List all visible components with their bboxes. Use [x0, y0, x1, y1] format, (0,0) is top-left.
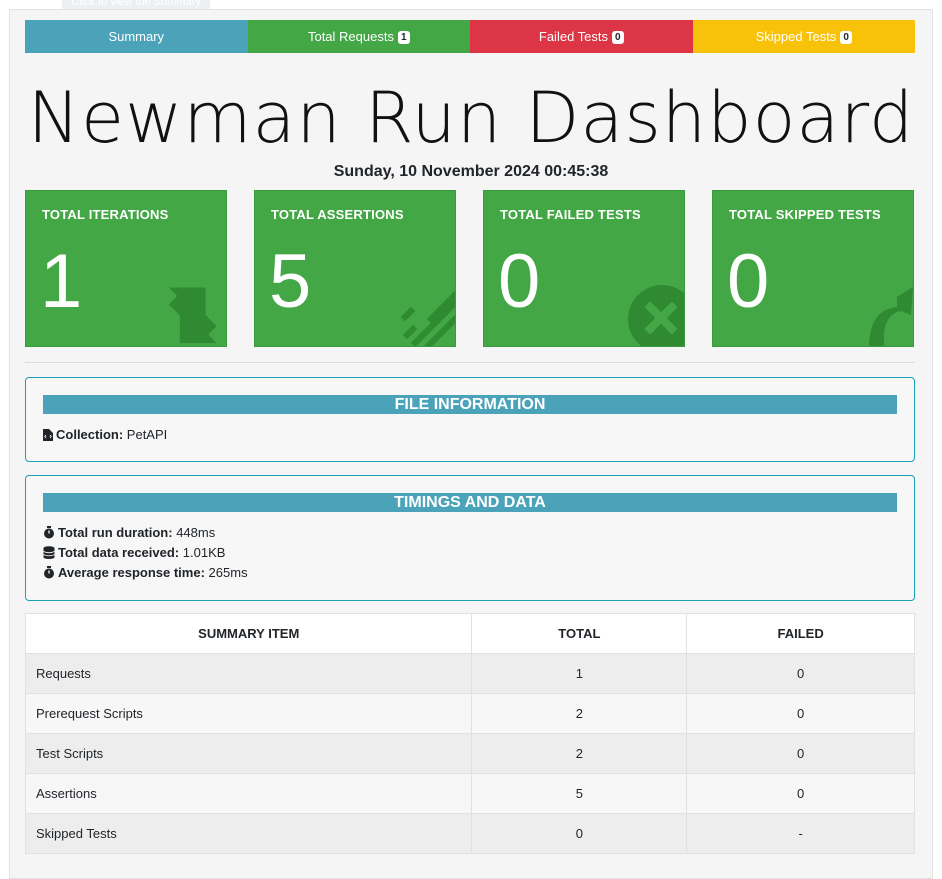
row-failed: 0 [686, 733, 915, 774]
file-code-icon [43, 428, 53, 446]
col-header-summary-item: SUMMARY ITEM [24, 613, 473, 654]
row-item: Test Scripts [24, 733, 473, 774]
sync-icon [168, 287, 217, 344]
table-row: Requests 1 0 [24, 653, 915, 694]
run-duration-label: Total run duration: [58, 525, 173, 540]
run-duration-line: Total run duration: 448ms [43, 524, 215, 542]
row-total: 2 [471, 733, 688, 774]
times-circle-icon [628, 285, 684, 346]
tab-failed-tests[interactable]: Failed Tests 0 [470, 20, 693, 53]
tab-summary[interactable]: Summary [25, 20, 248, 53]
summary-table: SUMMARY ITEM TOTAL FAILED Requests 1 0 P… [24, 613, 915, 854]
card-title: TOTAL FAILED TESTS [500, 207, 641, 222]
row-item: Skipped Tests [24, 813, 473, 854]
table-row: Prerequest Scripts 2 0 [24, 693, 915, 734]
row-total: 2 [471, 693, 688, 734]
tasks-icon [401, 290, 455, 346]
card-value: 0 [727, 239, 770, 324]
row-item: Prerequest Scripts [24, 693, 473, 734]
table-header-row: SUMMARY ITEM TOTAL FAILED [24, 613, 915, 654]
file-information-heading: FILE INFORMATION [43, 395, 897, 414]
col-header-total: TOTAL [471, 613, 688, 654]
nav-tabs: Summary Total Requests 1 Failed Tests 0 Sk… [25, 20, 915, 53]
collection-label: Collection: [56, 427, 124, 442]
skipped-tests-badge: 0 [840, 31, 852, 44]
tab-skipped-tests[interactable]: Skipped Tests 0 [692, 20, 915, 53]
file-information-panel: FILE INFORMATION Collection: PetAPI [25, 377, 915, 462]
run-timestamp: Sunday, 10 November 2024 00:45:38 [333, 163, 609, 180]
data-received-line: Total data received: 1.01KB [43, 544, 225, 562]
divider [25, 362, 915, 363]
tab-total-requests-label: Total Requests [307, 29, 394, 44]
tab-total-requests[interactable]: Total Requests 1 [247, 20, 470, 53]
tab-failed-tests-label: Failed Tests [538, 29, 609, 44]
collection-line: Collection: PetAPI [43, 426, 167, 444]
card-value: 5 [269, 239, 312, 324]
stopwatch-icon [43, 566, 55, 584]
database-icon [43, 546, 55, 564]
avg-response-label: Average response time: [58, 565, 205, 580]
card-title: TOTAL SKIPPED TESTS [729, 207, 881, 222]
failed-tests-badge: 0 [612, 31, 624, 44]
col-header-failed: FAILED [686, 613, 915, 654]
card-title: TOTAL ASSERTIONS [271, 207, 404, 222]
dashboard-container: Summary Total Requests 1 Failed Tests 0 Sk… [9, 9, 933, 879]
data-received-label: Total data received: [58, 545, 180, 560]
card-total-iterations: TOTAL ITERATIONS 1 [25, 190, 227, 347]
card-value: 0 [498, 239, 541, 324]
collection-value: PetAPI [126, 427, 168, 442]
row-total: 1 [471, 653, 688, 694]
table-row: Skipped Tests 0 - [24, 813, 915, 854]
data-received-value: 1.01KB [182, 545, 226, 560]
row-total: 0 [471, 813, 688, 854]
stopwatch-icon [43, 526, 55, 544]
row-failed: 0 [686, 693, 915, 734]
avg-response-line: Average response time: 265ms [43, 564, 248, 582]
card-title: TOTAL ITERATIONS [42, 207, 169, 222]
row-item: Assertions [24, 773, 473, 814]
tab-summary-label: Summary [108, 29, 165, 44]
avg-response-value: 265ms [208, 565, 248, 580]
total-requests-badge: 1 [397, 31, 410, 44]
row-failed: 0 [686, 653, 915, 694]
row-failed: - [686, 813, 915, 854]
share-icon [869, 287, 913, 346]
run-duration-value: 448ms [176, 525, 216, 540]
timings-panel: TIMINGS AND DATA Total run duration: 448… [25, 475, 915, 601]
card-total-failed-tests: TOTAL FAILED TESTS 0 [483, 190, 685, 347]
row-failed: 0 [686, 773, 915, 814]
page-title: Newman Run Dashboard [27, 77, 915, 159]
table-row: Assertions 5 0 [24, 773, 915, 814]
row-item: Requests [24, 653, 473, 694]
table-row: Test Scripts 2 0 [24, 733, 915, 774]
card-total-skipped-tests: TOTAL SKIPPED TESTS 0 [712, 190, 914, 347]
tab-skipped-tests-label: Skipped Tests [755, 29, 837, 44]
card-total-assertions: TOTAL ASSERTIONS 5 [254, 190, 456, 347]
card-value: 1 [40, 239, 83, 324]
row-total: 5 [471, 773, 688, 814]
timings-heading: TIMINGS AND DATA [43, 493, 897, 512]
